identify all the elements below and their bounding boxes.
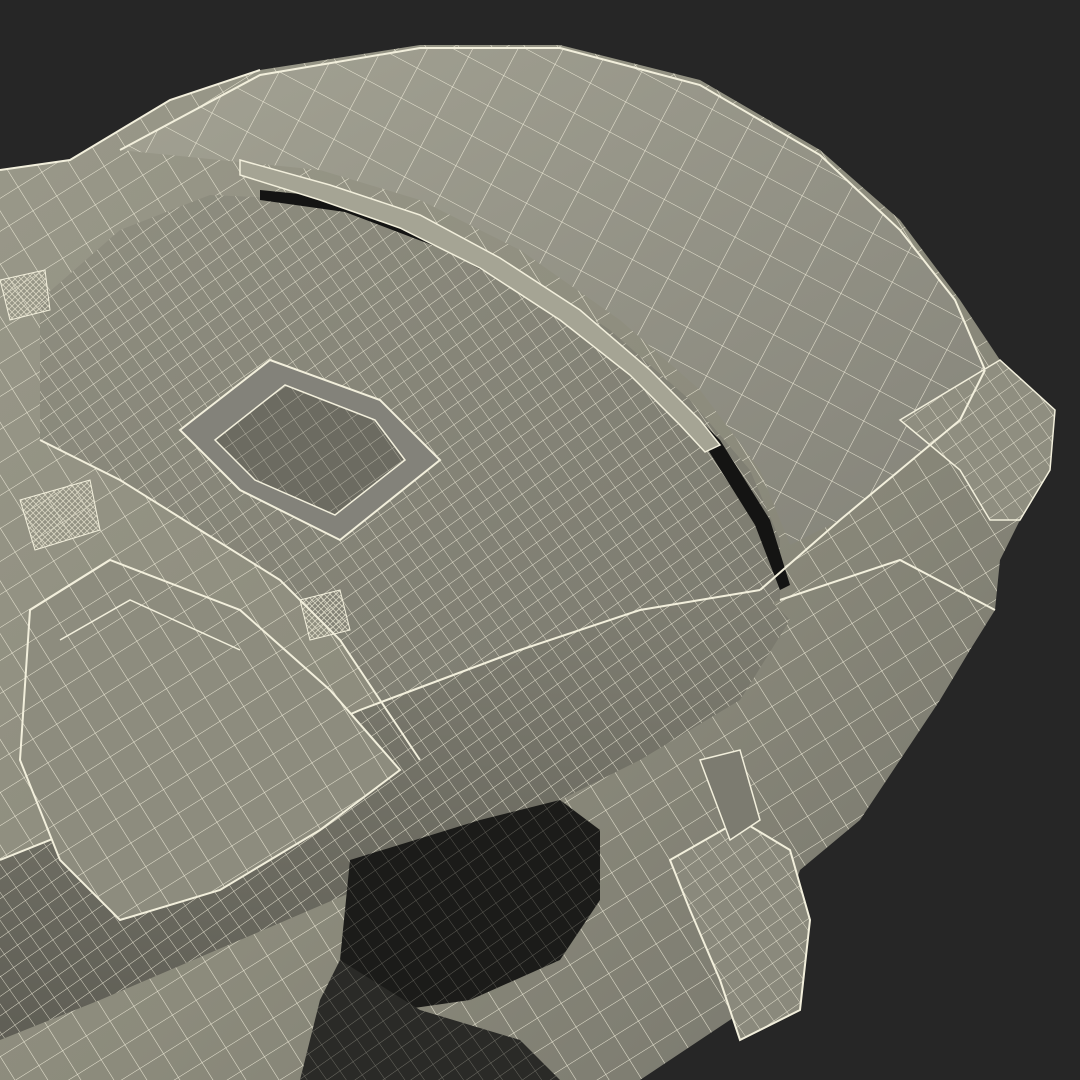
render-viewport (0, 0, 1080, 1080)
car-wireframe-render (0, 0, 1080, 1080)
